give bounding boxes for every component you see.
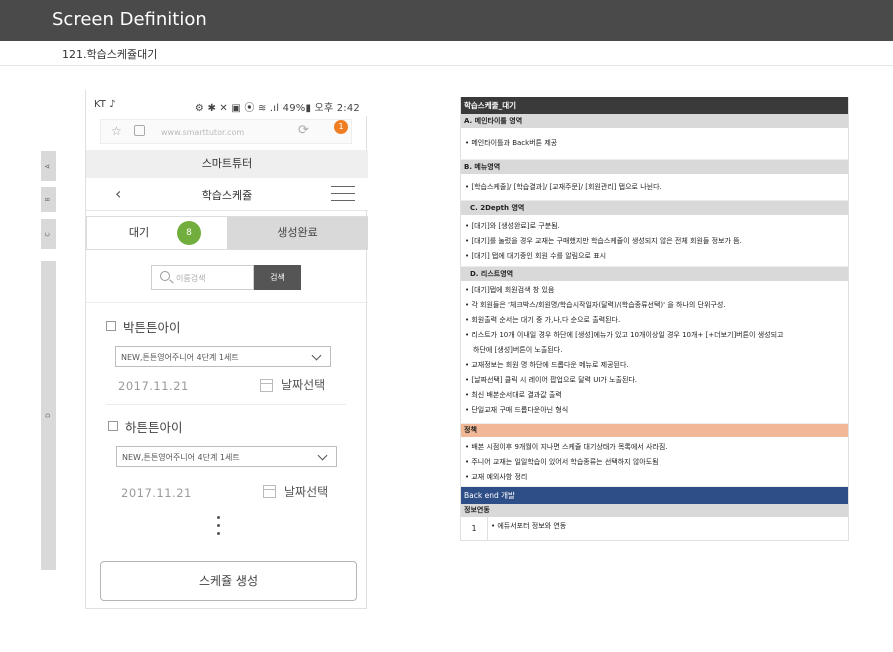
page-title: Screen Definition bbox=[52, 9, 207, 30]
reload-icon[interactable]: ⟳ bbox=[298, 123, 309, 138]
section-a-body: • 메인타이틀과 Back버튼 제공 bbox=[460, 128, 849, 160]
spec-item: 하단에 [생성]버튼이 노출된다. bbox=[473, 346, 563, 354]
info-link-row: 1 • 에듀서포터 정보와 연동 bbox=[460, 517, 849, 541]
section-b-body: • [학습스케줄]/ [학습결과]/ [교재주문]/ [회원관리] 탭으로 나뉜… bbox=[460, 174, 849, 201]
backend-heading: Back end 개발 bbox=[460, 487, 849, 504]
spec-item: • 각 회원들은 '체크박스/회원명/학습시작일자(달력)/(학습종류선택)' … bbox=[465, 301, 726, 309]
tab-waiting[interactable]: 대기 bbox=[87, 217, 227, 249]
date-select-link[interactable]: 날짜선택 bbox=[281, 376, 325, 393]
start-date: 2017.11.21 bbox=[121, 486, 192, 500]
chevron-down-icon bbox=[317, 450, 328, 461]
policy-body: • 배본 시점이후 9개월이 지나면 스케쥴 대기상태가 목록에서 사라짐. •… bbox=[460, 437, 849, 487]
create-schedule-button[interactable]: 스케쥴 생성 bbox=[100, 561, 357, 601]
status-bar: KT ♪ ⚙ ✱ ✕ ▣ ⦿ ≋ .ıl 49%▮ 오후 2:42 bbox=[86, 90, 368, 116]
student-checkbox[interactable] bbox=[108, 421, 118, 431]
more-vertical-icon[interactable] bbox=[217, 516, 221, 540]
spec-title: 학습스케줄_대기 bbox=[460, 97, 849, 114]
row-text: • 에듀서포터 정보와 연동 bbox=[491, 522, 567, 530]
spec-item: • [대기]탭에 회원검색 창 있음 bbox=[465, 286, 555, 294]
url-text[interactable]: www.smarttutor.com bbox=[161, 128, 244, 137]
tab-created-label: 생성완료 bbox=[277, 226, 318, 239]
list-divider bbox=[86, 302, 368, 303]
spec-item: • 최신 배본순서대로 결과값 출력 bbox=[465, 391, 562, 399]
spec-item: • 교재정보는 회원 명 하단에 드롭다운 메뉴로 제공된다. bbox=[465, 361, 629, 369]
notification-badge[interactable]: 1 bbox=[334, 120, 348, 134]
waiting-count-badge: 8 bbox=[177, 221, 201, 245]
section-c-heading: C. 2Depth 영역 bbox=[460, 201, 849, 215]
spec-panel: 학습스케줄_대기 A. 메인타이틀 영역 • 메인타이틀과 Back버튼 제공 … bbox=[460, 97, 849, 541]
spec-item: • 배본 시점이후 9개월이 지나면 스케쥴 대기상태가 목록에서 사라짐. bbox=[465, 443, 668, 451]
spec-item: • 주니어 교재는 일일학습이 있어서 학습종류는 선택하지 않아도됨 bbox=[465, 458, 659, 466]
calendar-icon[interactable] bbox=[260, 379, 273, 392]
section-d-body: • [대기]탭에 회원검색 창 있음 • 각 회원들은 '체크박스/회원명/학습… bbox=[460, 281, 849, 424]
header-divider bbox=[0, 65, 893, 66]
course-dropdown[interactable]: NEW,튼튼영어주니어 4단계 1세트 bbox=[116, 446, 337, 467]
brand-title: 스마트튜터 bbox=[86, 150, 368, 178]
start-date: 2017.11.21 bbox=[118, 379, 189, 393]
tag-a: A bbox=[41, 151, 56, 181]
spec-item: • 메인타이틀과 Back버튼 제공 bbox=[465, 139, 558, 147]
chevron-down-icon bbox=[311, 350, 322, 361]
section-d-heading: D. 리스트영역 bbox=[460, 267, 849, 281]
spec-item: • [대기]와 [생성완료]로 구분됨. bbox=[465, 222, 560, 230]
hamburger-menu-icon[interactable] bbox=[331, 186, 355, 202]
calendar-icon[interactable] bbox=[263, 485, 276, 498]
spec-item: • [날짜선택] 클릭 시 레이어 팝업으로 달력 UI가 노출된다. bbox=[465, 376, 638, 384]
search-button[interactable]: 검색 bbox=[254, 265, 301, 290]
tag-b: B bbox=[41, 187, 56, 212]
nav-title: 학습스케쥴 bbox=[201, 189, 253, 202]
spec-item: • 리스트가 10개 이내일 경우 하단에 [생성]에뉴가 있고 10개이상일 … bbox=[465, 331, 784, 339]
course-value: NEW,튼튼영어주니어 4단계 1세트 bbox=[121, 353, 239, 362]
nav-bar: ‹ 학습스케쥴 bbox=[86, 178, 368, 211]
tab-bar: 대기 생성완료 bbox=[86, 216, 368, 250]
status-icons: ⚙ ✱ ✕ ▣ ⦿ ≋ .ıl 49%▮ 오후 2:42 bbox=[194, 103, 360, 114]
browser-url-bar[interactable]: ☆ www.smarttutor.com ⟳ bbox=[100, 119, 352, 144]
bookmark-star-icon[interactable]: ☆ bbox=[111, 124, 122, 138]
search-placeholder: 이름검색 bbox=[176, 274, 206, 283]
screen-id: 121.학습스케쥴대기 bbox=[62, 48, 158, 61]
student-name: 하튼튼아이 bbox=[125, 420, 183, 435]
date-select-link[interactable]: 날짜선택 bbox=[284, 483, 328, 500]
section-a-heading: A. 메인타이틀 영역 bbox=[460, 114, 849, 128]
spec-item: • [학습스케줄]/ [학습결과]/ [교재주문]/ [회원관리] 탭으로 나뉜… bbox=[465, 183, 662, 191]
spec-item: • 회원출력 순서는 대기 중 가,나,다 순으로 출력된다. bbox=[465, 316, 621, 324]
section-b-heading: B. 메뉴영역 bbox=[460, 160, 849, 174]
spec-item: • 교재 예외사항 정리 bbox=[465, 473, 528, 481]
tag-d: D bbox=[41, 261, 56, 570]
section-c-body: • [대기]와 [생성완료]로 구분됨. • [대기]를 눌렀을 경우 교재는 … bbox=[460, 215, 849, 267]
lock-icon bbox=[134, 125, 145, 136]
search-icon bbox=[160, 271, 170, 281]
tab-created[interactable]: 생성완료 bbox=[227, 217, 368, 249]
phone-mockup: KT ♪ ⚙ ✱ ✕ ▣ ⦿ ≋ .ıl 49%▮ 오후 2:42 ☆ www.… bbox=[85, 90, 368, 609]
info-link-heading: 정보연동 bbox=[460, 504, 849, 517]
course-value: NEW,튼튼영어주니어 4단계 1세트 bbox=[122, 453, 240, 462]
tag-c: C bbox=[41, 219, 56, 249]
policy-heading: 정책 bbox=[460, 424, 849, 437]
spec-item: • [대기]를 눌렀을 경우 교재는 구매했지만 학습스케쥴이 생성되지 않은 … bbox=[465, 237, 742, 245]
spec-item: • 단일교재 구매 드롭다운아닌 형식 bbox=[465, 406, 569, 414]
tab-waiting-label: 대기 bbox=[128, 226, 150, 239]
carrier-label: KT ♪ bbox=[94, 99, 116, 110]
row-number: 1 bbox=[461, 517, 488, 540]
item-divider bbox=[106, 404, 346, 405]
header-bar: Screen Definition bbox=[0, 0, 893, 41]
course-dropdown[interactable]: NEW,튼튼영어주니어 4단계 1세트 bbox=[115, 346, 331, 367]
spec-item: • [대기] 탭에 대기중인 회원 수를 알림으로 표시 bbox=[465, 252, 607, 260]
student-checkbox[interactable] bbox=[106, 321, 116, 331]
student-name: 박튼튼아이 bbox=[123, 320, 181, 335]
search-input[interactable]: 이름검색 bbox=[151, 265, 254, 290]
